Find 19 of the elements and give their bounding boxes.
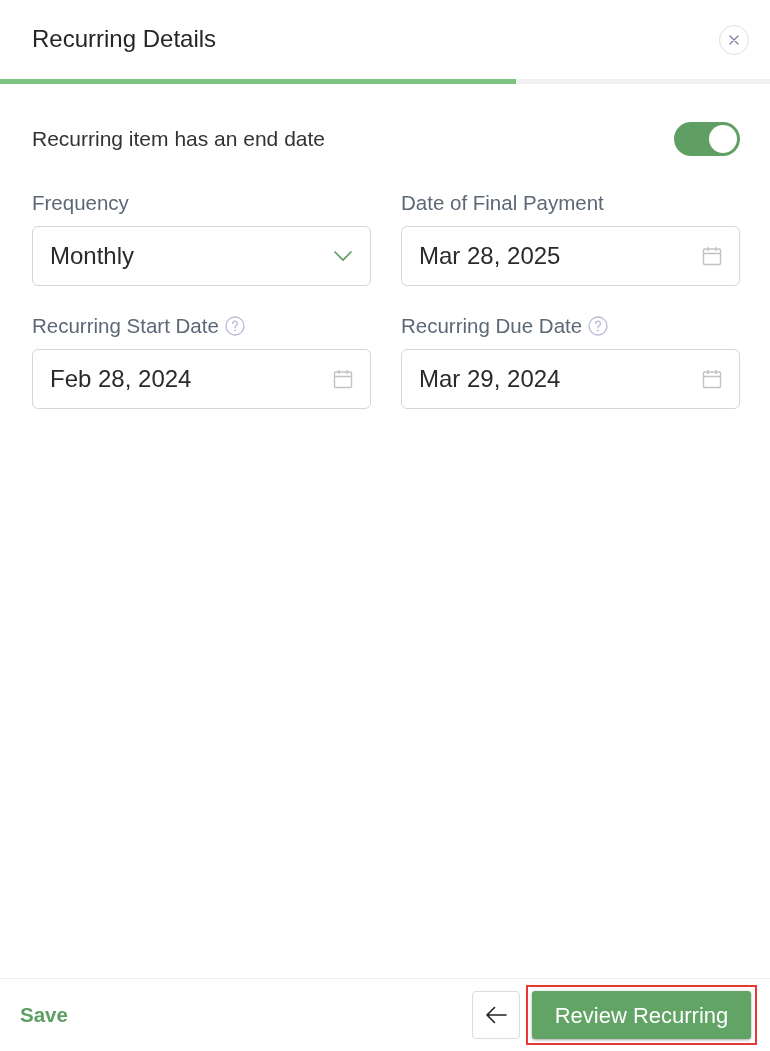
field-label: Date of Final Payment	[401, 191, 604, 215]
date-field[interactable]: Feb 28, 2024	[32, 349, 371, 409]
calendar-icon	[333, 369, 353, 389]
close-icon	[729, 34, 739, 45]
dropdown-field[interactable]: Monthly	[32, 226, 371, 286]
arrow-left-icon	[485, 1006, 507, 1024]
field-label: Frequency	[32, 191, 129, 215]
date-field[interactable]: Mar 29, 2024	[401, 349, 740, 409]
panel-title: Recurring Details	[32, 25, 217, 54]
calendar-icon	[702, 369, 722, 389]
toggle-label: Recurring item has an end date	[32, 126, 325, 153]
calendar-icon	[702, 246, 722, 266]
field-label: Recurring Due Date	[401, 314, 583, 338]
toggle-switch[interactable]	[674, 122, 740, 156]
back-button[interactable]	[472, 991, 520, 1039]
chevron-down-icon	[333, 250, 353, 262]
close-button[interactable]	[719, 24, 749, 55]
field-label: Recurring Start Date	[32, 314, 219, 338]
date-field[interactable]: Mar 28, 2025	[401, 226, 740, 286]
